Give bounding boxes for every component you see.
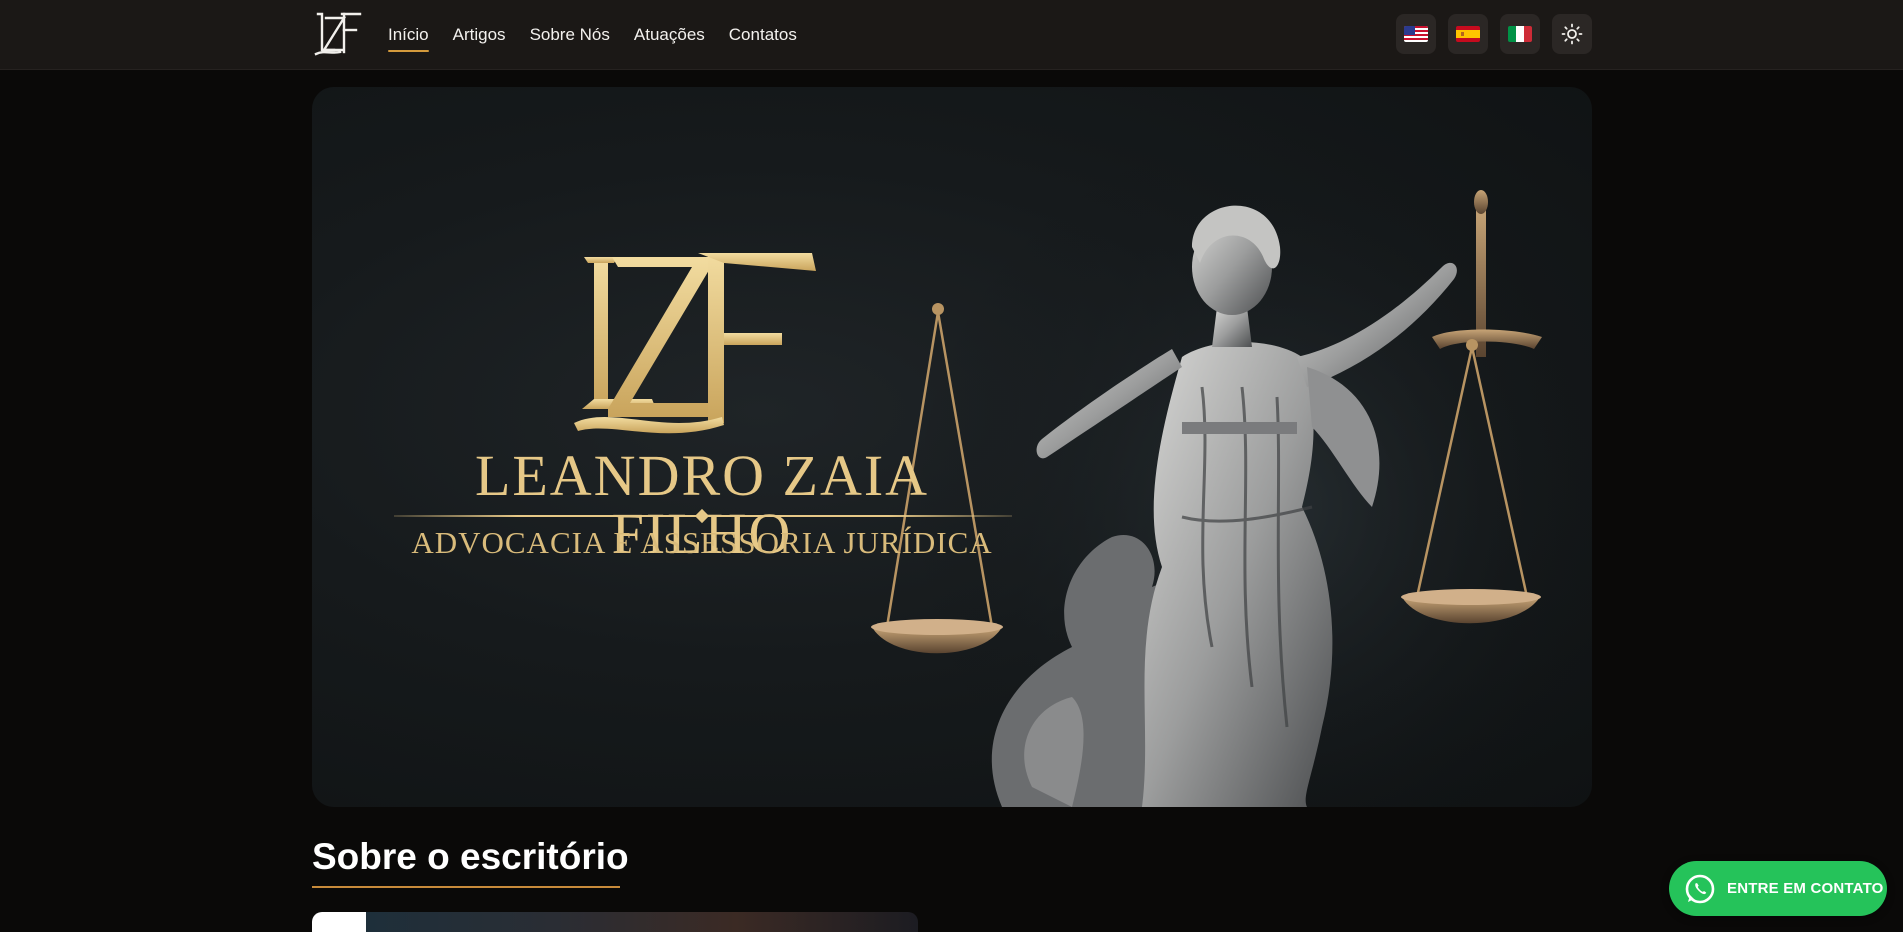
whatsapp-button-label: ENTRE EM CONTATO <box>1727 880 1884 897</box>
nav-item-contatos[interactable]: Contatos <box>729 21 797 49</box>
lzf-monogram <box>574 253 816 434</box>
theme-toggle-button[interactable] <box>1552 14 1592 54</box>
hero-banner: LEANDRO ZAIA FILHO ADVOCACIA E ASSESSORI… <box>312 87 1592 807</box>
nav-item-inicio[interactable]: Início <box>388 21 429 52</box>
whatsapp-contact-button[interactable]: ENTRE EM CONTATO <box>1669 861 1887 916</box>
whatsapp-icon <box>1685 874 1715 903</box>
main-nav: Início Artigos Sobre Nós Atuações Contat… <box>388 0 797 70</box>
site-logo[interactable] <box>312 12 366 56</box>
top-navigation-bar: Início Artigos Sobre Nós Atuações Contat… <box>0 0 1903 70</box>
sun-icon <box>1561 23 1583 45</box>
hero-subtitle: ADVOCACIA E ASSESSORIA JURÍDICA <box>411 525 993 560</box>
it-flag-icon <box>1508 26 1532 42</box>
section-title-underline <box>312 886 620 888</box>
about-office-image <box>312 912 918 932</box>
es-flag-icon <box>1456 26 1480 42</box>
us-flag-icon <box>1404 26 1428 42</box>
nav-item-atuacoes[interactable]: Atuações <box>634 21 705 49</box>
language-and-theme-controls <box>1396 14 1592 54</box>
nav-item-artigos[interactable]: Artigos <box>453 21 506 49</box>
lzf-logo-icon <box>314 12 362 56</box>
language-english-button[interactable] <box>1396 14 1436 54</box>
section-title-about: Sobre o escritório <box>312 836 629 877</box>
nav-item-sobre-nos[interactable]: Sobre Nós <box>530 21 610 49</box>
language-italian-button[interactable] <box>1500 14 1540 54</box>
language-spanish-button[interactable] <box>1448 14 1488 54</box>
